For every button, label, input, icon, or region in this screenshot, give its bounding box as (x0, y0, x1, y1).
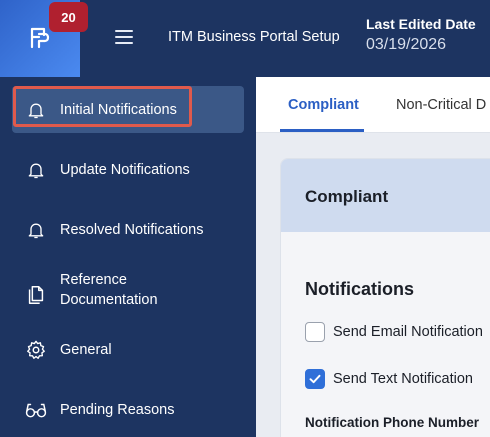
compliant-card: Compliant Notifications Send Email Notif… (280, 158, 490, 437)
sidebar-item-update-notifications[interactable]: Update Notifications (12, 146, 244, 193)
main-content: Compliant Non-Critical D Compliant Notif… (256, 77, 490, 437)
sidebar-item-reference-documentation[interactable]: Reference Documentation (12, 265, 244, 325)
active-tab-indicator (280, 129, 364, 132)
send-text-option[interactable]: Send Text Notification (305, 369, 473, 389)
sidebar-item-label: General (60, 342, 112, 358)
send-email-option[interactable]: Send Email Notification (305, 322, 483, 342)
sidebar-item-initial-notifications[interactable]: Initial Notifications (12, 86, 244, 133)
phone-number-label: Notification Phone Number (305, 415, 480, 430)
sidebar-item-general[interactable]: General (12, 326, 244, 373)
hamburger-menu-icon[interactable] (113, 26, 135, 48)
gear-icon (24, 338, 48, 362)
glasses-icon (24, 398, 48, 422)
last-edited-label: Last Edited Date (366, 16, 476, 32)
bell-icon (24, 158, 48, 182)
portal-logo-icon (30, 27, 50, 49)
tab-compliant[interactable]: Compliant (288, 97, 359, 113)
sidebar-item-pending-reasons[interactable]: Pending Reasons (12, 386, 244, 433)
notification-count-badge[interactable]: 20 (49, 2, 88, 32)
card-header: Compliant (281, 159, 490, 232)
app-title: ITM Business Portal Setup (168, 29, 340, 45)
sidebar-item-label: Initial Notifications (60, 102, 177, 118)
sidebar-item-label-line2: Documentation (60, 292, 158, 308)
send-email-checkbox[interactable] (305, 322, 325, 342)
checkmark-icon (309, 374, 321, 384)
sidebar-item-label-line1: Reference (60, 272, 127, 288)
top-header: 20 ITM Business Portal Setup Last Edited… (0, 0, 490, 77)
send-text-checkbox[interactable] (305, 369, 325, 389)
sidebar-item-label: Resolved Notifications (60, 222, 204, 238)
sidebar-item-resolved-notifications[interactable]: Resolved Notifications (12, 206, 244, 253)
last-edited-date: 03/19/2026 (366, 36, 447, 53)
bell-icon (24, 218, 48, 242)
tab-bar: Compliant Non-Critical D (256, 77, 490, 133)
sidebar-item-label: Pending Reasons (60, 402, 175, 418)
bell-icon (24, 98, 48, 122)
tab-non-critical[interactable]: Non-Critical D (396, 97, 486, 113)
send-text-label: Send Text Notification (333, 371, 473, 387)
send-email-label: Send Email Notification (333, 324, 483, 340)
card-title: Compliant (305, 187, 389, 206)
sidebar: Initial Notifications Update Notificatio… (0, 77, 256, 437)
section-title: Notifications (305, 279, 415, 299)
documents-icon (24, 283, 48, 307)
sidebar-item-label: Update Notifications (60, 162, 190, 178)
